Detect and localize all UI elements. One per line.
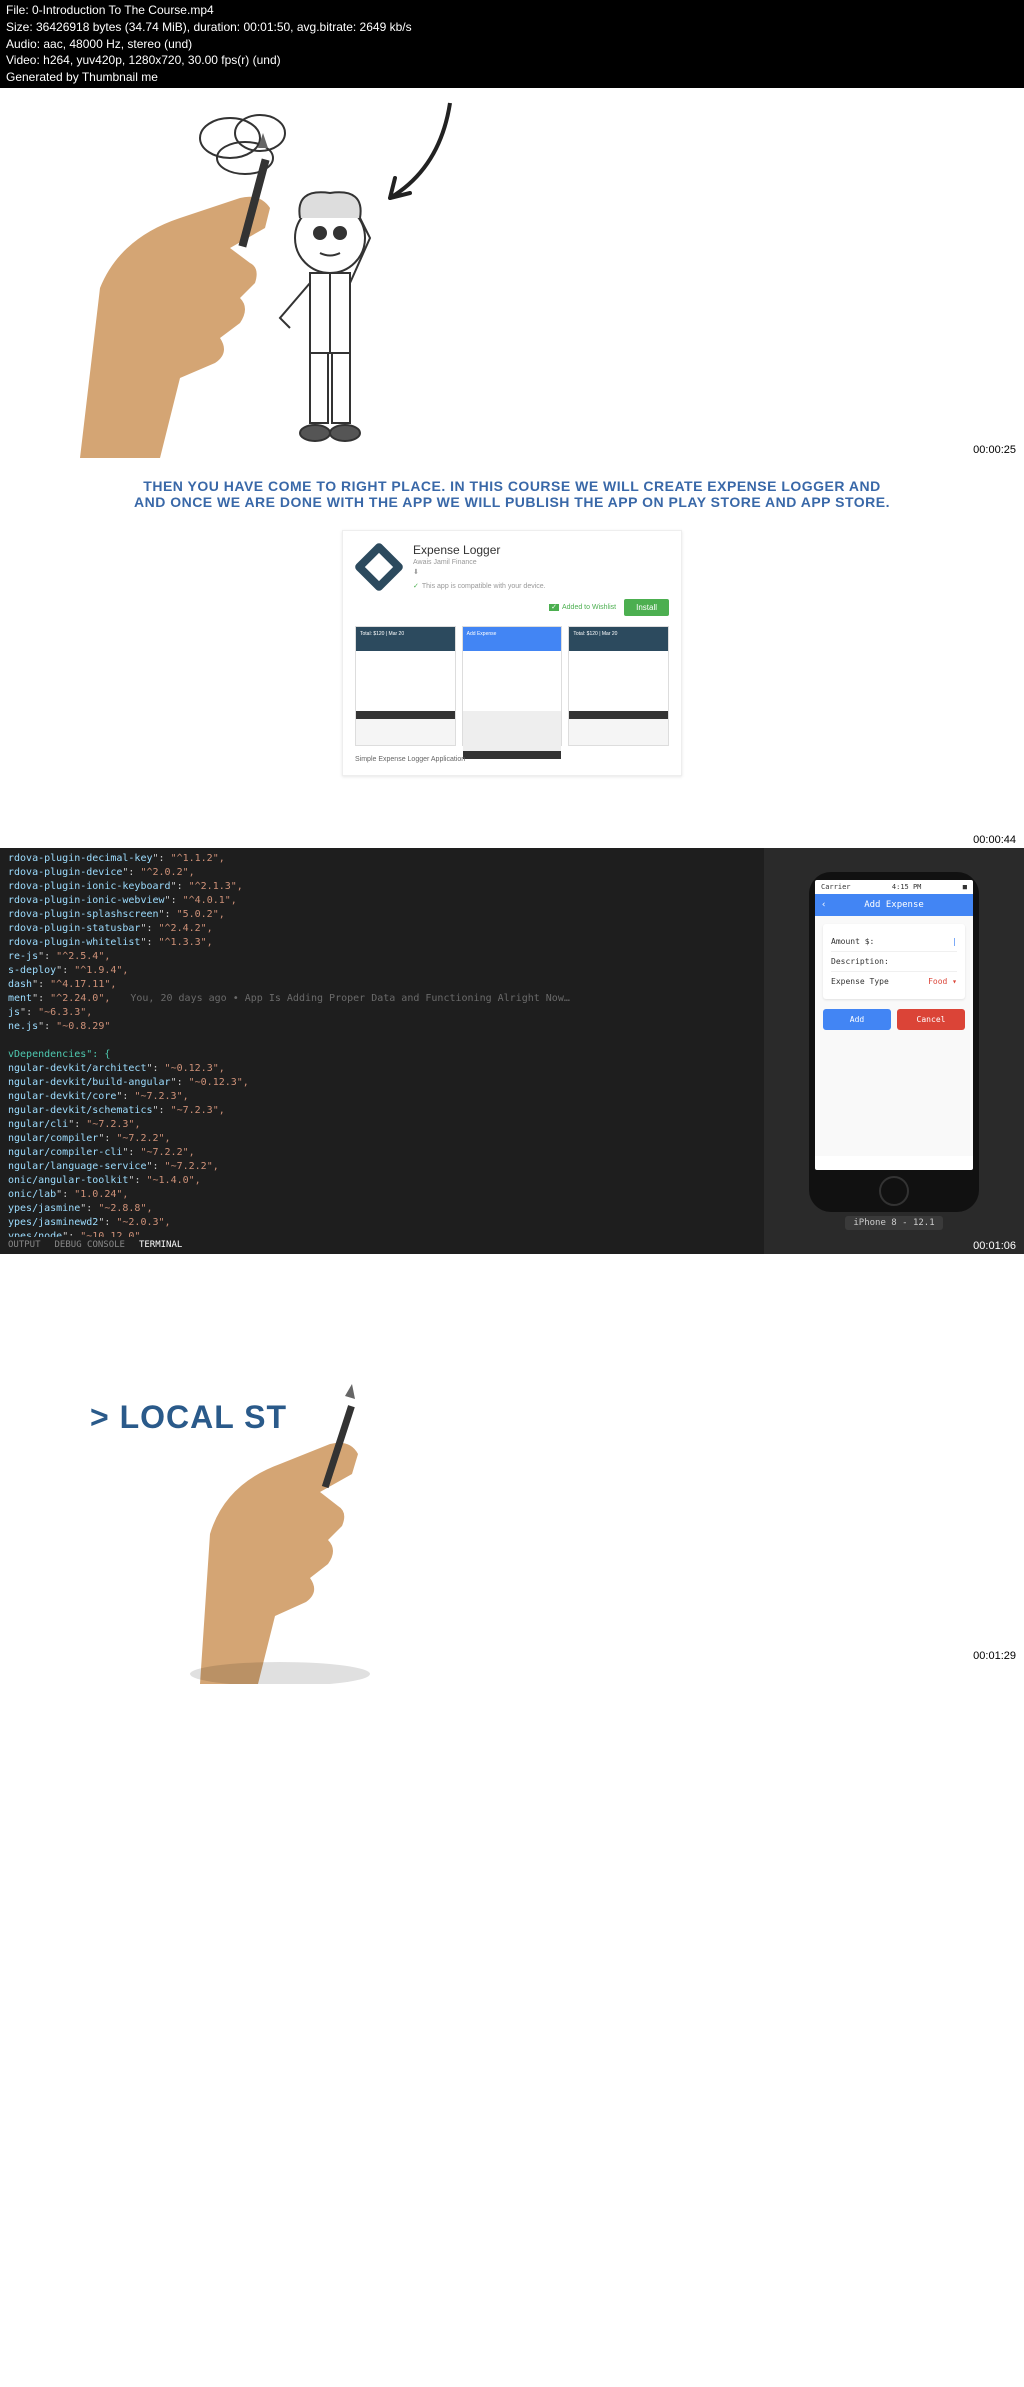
screenshot-1[interactable]: Total: $120 | Mar 20 [355, 626, 456, 746]
thumbnail-frame-3: rdova-plugin-decimal-key": "^1.1.2",rdov… [0, 848, 1024, 1254]
meta-audio: Audio: aac, 48000 Hz, stereo (und) [6, 36, 1018, 53]
carrier-label: Carrier [821, 883, 851, 891]
back-icon[interactable]: ‹ [821, 900, 826, 910]
thumbnail-frame-4: > LOCAL ST 00:01:29 [0, 1254, 1024, 1664]
app-icon [355, 543, 403, 591]
simulator-pane: Carrier 4:15 PM ■ ‹ Add Expense Amount $… [764, 848, 1024, 1254]
description-label: Description: [831, 957, 889, 966]
thought-cloud-icon [200, 115, 285, 174]
type-select[interactable]: Food ▾ [928, 977, 957, 986]
amount-label: Amount $: [831, 937, 874, 946]
screenshot-2[interactable]: Add Expense [462, 626, 563, 746]
iphone-screen[interactable]: Carrier 4:15 PM ■ ‹ Add Expense Amount $… [815, 880, 973, 1170]
drawing-hand-icon [150, 1384, 550, 1684]
meta-generated: Generated by Thumbnail me [6, 69, 1018, 86]
app-rating: ⬇ [413, 568, 546, 576]
headline-1: THEN YOU HAVE COME TO RIGHT PLACE. IN TH… [50, 478, 974, 494]
battery-icon: ■ [963, 883, 967, 891]
screen-header: ‹ Add Expense [815, 894, 973, 916]
play-store-card: Expense Logger Awais Jamil Finance ⬇ Thi… [342, 530, 682, 776]
install-button[interactable]: Install [624, 599, 669, 616]
meta-size: Size: 36426918 bytes (34.74 MiB), durati… [6, 19, 1018, 36]
drawing-hand-icon [80, 133, 270, 458]
app-name: Expense Logger [413, 543, 546, 557]
meta-file: File: 0-Introduction To The Course.mp4 [6, 2, 1018, 19]
tab-terminal[interactable]: TERMINAL [139, 1239, 182, 1252]
time-label: 4:15 PM [892, 883, 922, 891]
app-developer: Awais Jamil Finance [413, 559, 546, 566]
ios-statusbar: Carrier 4:15 PM ■ [815, 880, 973, 894]
code-editor[interactable]: rdova-plugin-decimal-key": "^1.1.2",rdov… [0, 848, 764, 1254]
timestamp-1: 00:00:25 [973, 444, 1016, 456]
cancel-button[interactable]: Cancel [897, 1009, 965, 1030]
screenshot-row: Total: $120 | Mar 20 Add Expense Total: … [355, 626, 669, 746]
iphone-frame: Carrier 4:15 PM ■ ‹ Add Expense Amount $… [809, 872, 979, 1212]
home-button[interactable] [879, 1176, 909, 1206]
thumbnail-frame-2: THEN YOU HAVE COME TO RIGHT PLACE. IN TH… [0, 458, 1024, 848]
device-label[interactable]: iPhone 8 - 12.1 [845, 1216, 942, 1230]
type-label: Expense Type [831, 977, 889, 986]
timestamp-2: 00:00:44 [973, 834, 1016, 846]
timestamp-4: 00:01:29 [973, 1650, 1016, 1662]
amount-input[interactable]: | [952, 937, 957, 946]
cartoon-person-icon [280, 192, 370, 441]
meta-video: Video: h264, yuv420p, 1280x720, 30.00 fp… [6, 52, 1018, 69]
editor-tabs: OUTPUT DEBUG CONSOLE TERMINAL [0, 1237, 190, 1254]
expense-form: Amount $: | Description: Expense Type Fo… [823, 924, 965, 999]
tab-debug[interactable]: DEBUG CONSOLE [55, 1239, 125, 1252]
add-button[interactable]: Add [823, 1009, 891, 1030]
compat-text: This app is compatible with your device. [413, 582, 546, 590]
wishlist-badge[interactable]: Added to Wishlist [549, 603, 616, 611]
video-metadata-bar: File: 0-Introduction To The Course.mp4 S… [0, 0, 1024, 88]
arrow-icon [390, 103, 450, 198]
screenshot-3[interactable]: Total: $120 | Mar 20 [568, 626, 669, 746]
whiteboard-drawing [0, 88, 1024, 458]
tab-output[interactable]: OUTPUT [8, 1239, 41, 1252]
dev-deps-header: vDependencies": { [8, 1049, 110, 1060]
headline-2: AND ONCE WE ARE DONE WITH THE APP WE WIL… [50, 494, 974, 510]
timestamp-3: 00:01:06 [973, 1240, 1016, 1252]
thumbnail-frame-1: 00:00:25 [0, 88, 1024, 458]
screen-title: Add Expense [864, 900, 924, 910]
